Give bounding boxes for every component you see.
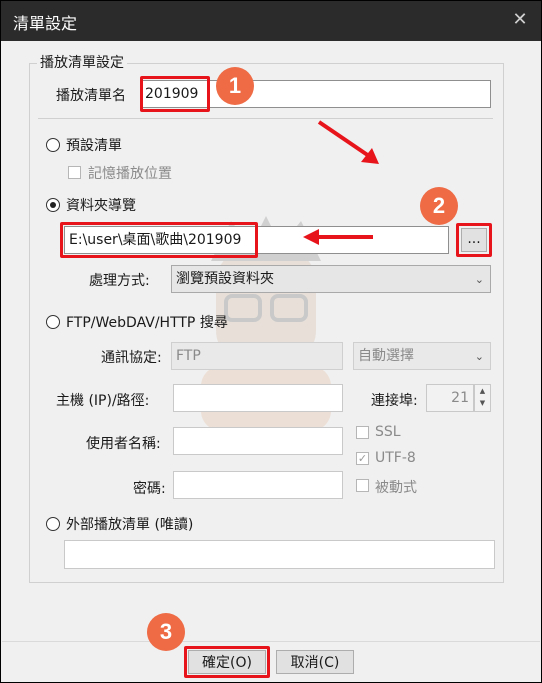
port-spinner[interactable]: ▲ ▼ (474, 384, 491, 412)
utf8-checkbox[interactable]: ✓ (356, 452, 369, 465)
step-badge-3: 3 (147, 613, 185, 651)
host-label: 主機 (IP)/路徑: (56, 393, 150, 409)
arrow-annotation-down (317, 120, 379, 164)
utf8-label: UTF-8 (375, 450, 416, 466)
highlight-box-ok (184, 646, 270, 678)
cancel-button[interactable]: 取消(C) (276, 650, 354, 674)
remember-position-checkbox[interactable] (68, 166, 81, 179)
title-bar: 清單設定 ✕ (1, 1, 541, 41)
remember-position-label: 記憶播放位置 (88, 166, 172, 182)
external-playlist-label: 外部播放清單 (唯讀) (66, 517, 194, 533)
port-input[interactable]: 21 (426, 384, 474, 412)
footer-divider (2, 641, 540, 642)
passive-label: 被動式 (375, 480, 417, 496)
default-list-radio[interactable] (46, 138, 60, 152)
default-list-label: 預設清單 (66, 138, 122, 154)
username-input[interactable] (173, 427, 343, 455)
step-badge-2: 2 (420, 187, 458, 225)
process-mode-select[interactable]: 瀏覽預設資料夾 ⌄ (171, 265, 491, 293)
folder-nav-radio[interactable] (46, 198, 60, 212)
port-value: 21 (451, 390, 469, 406)
protocol-value: FTP (176, 348, 201, 364)
folder-nav-label: 資料夾導覽 (66, 198, 136, 214)
username-label: 使用者名稱: (86, 436, 161, 452)
protocol-label: 通訊協定: (101, 350, 162, 366)
group-title: 播放清單設定 (37, 52, 127, 72)
window-title: 清單設定 (13, 14, 78, 33)
chevron-down-icon: ⌄ (474, 350, 484, 363)
external-playlist-radio[interactable] (46, 517, 60, 531)
process-mode-label: 處理方式: (89, 273, 150, 289)
ssl-checkbox[interactable] (356, 426, 369, 439)
protocol-select[interactable]: FTP (171, 342, 343, 370)
ssl-label: SSL (375, 424, 401, 440)
highlight-box-browse (456, 223, 492, 257)
password-input[interactable] (173, 471, 343, 499)
arrow-annotation-left (303, 229, 373, 245)
step-badge-1: 1 (216, 67, 254, 105)
highlight-box-path (60, 222, 258, 258)
encoding-auto-select[interactable]: 自動選擇 ⌄ (353, 342, 491, 370)
chevron-down-icon: ⌄ (474, 273, 484, 286)
close-icon[interactable]: ✕ (505, 5, 535, 35)
passive-checkbox[interactable] (356, 479, 369, 492)
external-playlist-input[interactable] (64, 540, 495, 569)
encoding-auto-value: 自動選擇 (358, 348, 414, 364)
process-mode-value: 瀏覽預設資料夾 (176, 271, 274, 287)
highlight-box-1 (140, 76, 210, 112)
separator (38, 118, 493, 119)
ftp-label: FTP/WebDAV/HTTP 搜尋 (66, 315, 228, 331)
port-label: 連接埠: (371, 393, 418, 409)
playlist-name-label: 播放清單名 (56, 88, 126, 104)
ftp-radio[interactable] (46, 315, 60, 329)
host-input[interactable] (173, 384, 343, 412)
password-label: 密碼: (133, 481, 166, 497)
playlist-settings-dialog: 清單設定 ✕ 播放清單設定 播放清單名 201909 1 預設清單 記憶播放位置… (0, 0, 542, 683)
